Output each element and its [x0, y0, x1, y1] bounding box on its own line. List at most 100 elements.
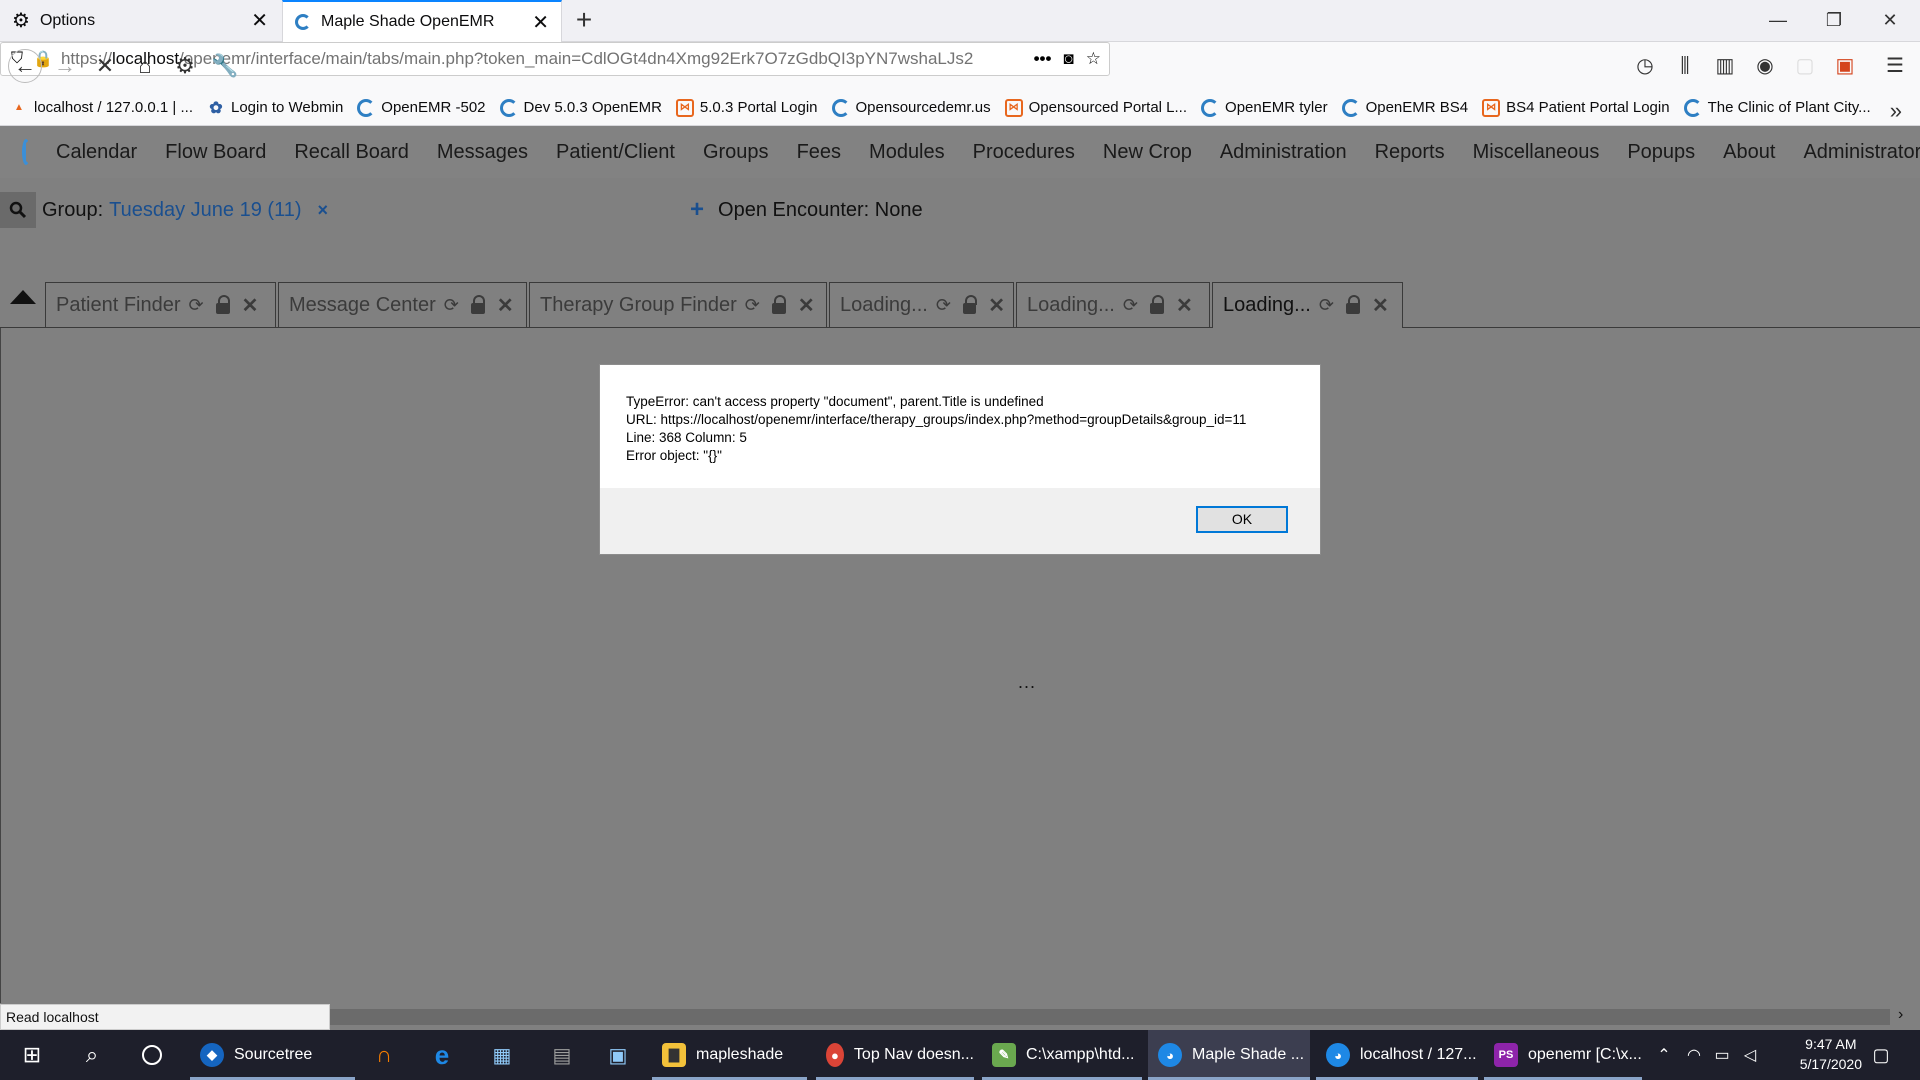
- url-bar[interactable]: ⛉ 🔒 https://localhost/openemr/interface/…: [0, 42, 1110, 76]
- lock-icon[interactable]: [1149, 294, 1164, 314]
- taskbar-app-chrome[interactable]: ● Top Nav doesn...: [816, 1030, 974, 1080]
- tab-message-center[interactable]: Message Center ⟳ ✕: [278, 282, 527, 327]
- bookmark-item[interactable]: OpenEMR tyler: [1201, 98, 1328, 117]
- cortana-icon[interactable]: [134, 1030, 170, 1080]
- close-icon[interactable]: ✕: [1372, 293, 1389, 318]
- scroll-right-icon[interactable]: ›: [1898, 1006, 1903, 1024]
- ok-button[interactable]: OK: [1196, 506, 1288, 533]
- wrench-icon[interactable]: 🔧: [208, 49, 242, 83]
- lock-icon[interactable]: [771, 294, 786, 314]
- menu-administration[interactable]: Administration: [1220, 141, 1347, 164]
- close-window-button[interactable]: ✕: [1862, 0, 1918, 41]
- close-icon[interactable]: ✕: [988, 293, 1005, 318]
- close-icon[interactable]: ✕: [1176, 293, 1193, 318]
- taskbar-app-firefox[interactable]: ◕ localhost / 127...: [1316, 1030, 1478, 1080]
- horizontal-scrollbar[interactable]: [330, 1009, 1890, 1025]
- bookmark-item[interactable]: OpenEMR -502: [357, 98, 486, 117]
- stop-button[interactable]: ✕: [88, 49, 122, 83]
- page-actions-menu-icon[interactable]: •••: [1034, 49, 1052, 69]
- menu-about[interactable]: About: [1723, 141, 1775, 164]
- tab-loading-active[interactable]: Loading... ⟳ ✕: [1212, 282, 1403, 328]
- settings-gear-icon[interactable]: ⚙: [168, 49, 202, 83]
- library-icon[interactable]: ⫼: [1668, 49, 1702, 83]
- lock-icon[interactable]: [470, 294, 485, 314]
- close-icon[interactable]: ✕: [798, 293, 815, 318]
- taskbar-app-firefox-active[interactable]: ◕ Maple Shade ...: [1148, 1030, 1310, 1080]
- sidebar-icon[interactable]: ▥: [1708, 49, 1742, 83]
- close-icon[interactable]: ✕: [532, 10, 549, 35]
- menu-flow-board[interactable]: Flow Board: [165, 141, 266, 164]
- bookmark-item[interactable]: Dev 5.0.3 OpenEMR: [499, 98, 662, 117]
- menu-reports[interactable]: Reports: [1375, 141, 1445, 164]
- bookmark-item[interactable]: ⋈ Opensourced Portal L...: [1004, 98, 1187, 117]
- add-encounter-icon[interactable]: +: [690, 196, 704, 224]
- edge-icon[interactable]: e: [424, 1030, 460, 1080]
- taskbar-app-notepad[interactable]: ✎ C:\xampp\htd...: [982, 1030, 1142, 1080]
- tab-therapy-group-finder[interactable]: Therapy Group Finder ⟳ ✕: [529, 282, 827, 327]
- menu-procedures[interactable]: Procedures: [973, 141, 1075, 164]
- remote-desktop-icon[interactable]: ▣: [600, 1030, 636, 1080]
- tab-patient-finder[interactable]: Patient Finder ⟳ ✕: [45, 282, 276, 327]
- menu-miscellaneous[interactable]: Miscellaneous: [1473, 141, 1600, 164]
- extension-icon[interactable]: ▢: [1788, 49, 1822, 83]
- menu-recall-board[interactable]: Recall Board: [294, 141, 409, 164]
- home-button[interactable]: ⌂: [128, 49, 162, 83]
- search-button[interactable]: [0, 192, 36, 228]
- taskbar-app-sourcetree[interactable]: ◆ Sourcetree: [190, 1030, 355, 1080]
- forward-button[interactable]: →: [48, 49, 82, 83]
- close-icon[interactable]: ✕: [251, 8, 268, 33]
- taskbar-clock[interactable]: 9:47 AM 5/17/2020: [1800, 1034, 1862, 1074]
- volume-icon[interactable]: ◁: [1738, 1030, 1762, 1080]
- notifications-icon[interactable]: ▢: [1866, 1030, 1896, 1080]
- bookmark-item[interactable]: ✿ Login to Webmin: [207, 99, 343, 117]
- menu-popups[interactable]: Popups: [1627, 141, 1695, 164]
- windows-start-icon[interactable]: ⊞: [14, 1030, 50, 1080]
- close-icon[interactable]: ✕: [242, 293, 259, 318]
- bookmark-item[interactable]: ⋈ BS4 Patient Portal Login: [1482, 98, 1670, 117]
- refresh-icon[interactable]: ⟳: [745, 295, 760, 316]
- menu-user-account[interactable]: Administrator Ac: [1803, 141, 1920, 164]
- loading-spinner-icon[interactable]: ⟳: [1123, 295, 1138, 316]
- refresh-icon[interactable]: ⟳: [444, 295, 459, 316]
- collapse-tabs-icon[interactable]: [10, 290, 36, 304]
- menu-patient-client[interactable]: Patient/Client: [556, 141, 675, 164]
- back-button[interactable]: ←: [8, 49, 42, 83]
- menu-fees[interactable]: Fees: [797, 141, 841, 164]
- pocket-icon[interactable]: ◙: [1063, 49, 1073, 69]
- taskbar-app-phpstorm[interactable]: PS openemr [C:\x...: [1484, 1030, 1642, 1080]
- lock-icon[interactable]: [1345, 295, 1360, 314]
- minimize-button[interactable]: —: [1750, 0, 1806, 41]
- hamburger-menu-icon[interactable]: ☰: [1878, 49, 1912, 83]
- search-icon[interactable]: ⌕: [74, 1030, 110, 1080]
- extension-icon[interactable]: ▣: [1828, 49, 1862, 83]
- loading-spinner-icon[interactable]: ⟳: [1319, 295, 1334, 316]
- loading-spinner-icon[interactable]: ⟳: [936, 295, 951, 316]
- history-icon[interactable]: ◷: [1628, 49, 1662, 83]
- battery-icon[interactable]: ▭: [1710, 1030, 1734, 1080]
- restore-button[interactable]: ❐: [1806, 0, 1862, 41]
- bookmark-star-icon[interactable]: ☆: [1086, 49, 1101, 69]
- menu-modules[interactable]: Modules: [869, 141, 945, 164]
- refresh-icon[interactable]: ⟳: [189, 295, 204, 316]
- headphones-app-icon[interactable]: ∩: [366, 1030, 402, 1080]
- bookmark-item[interactable]: The Clinic of Plant City...: [1683, 98, 1871, 117]
- menu-calendar[interactable]: Calendar: [56, 141, 137, 164]
- close-icon[interactable]: ✕: [497, 293, 514, 318]
- tab-loading[interactable]: Loading... ⟳ ✕: [829, 282, 1014, 327]
- lock-icon[interactable]: [215, 294, 230, 314]
- bookmarks-overflow-icon[interactable]: »: [1890, 98, 1902, 124]
- bookmark-item[interactable]: ⋈ 5.0.3 Portal Login: [675, 98, 818, 117]
- network-app-icon[interactable]: ▦: [484, 1030, 520, 1080]
- menu-groups[interactable]: Groups: [703, 141, 769, 164]
- taskbar-app-explorer[interactable]: ▇ mapleshade: [652, 1030, 807, 1080]
- tab-loading[interactable]: Loading... ⟳ ✕: [1016, 282, 1210, 327]
- new-tab-button[interactable]: +: [568, 4, 600, 36]
- lock-icon[interactable]: [962, 294, 978, 314]
- bookmark-item[interactable]: ▲ localhost / 127.0.0.1 | ...: [10, 99, 193, 117]
- wifi-icon[interactable]: ◠: [1682, 1030, 1706, 1080]
- group-link[interactable]: Tuesday June 19 (11): [109, 199, 301, 222]
- openemr-logo-icon[interactable]: [22, 139, 30, 165]
- browser-tab-openemr[interactable]: Maple Shade OpenEMR ✕: [282, 0, 562, 42]
- menu-new-crop[interactable]: New Crop: [1103, 141, 1192, 164]
- bookmark-item[interactable]: OpenEMR BS4: [1341, 98, 1468, 117]
